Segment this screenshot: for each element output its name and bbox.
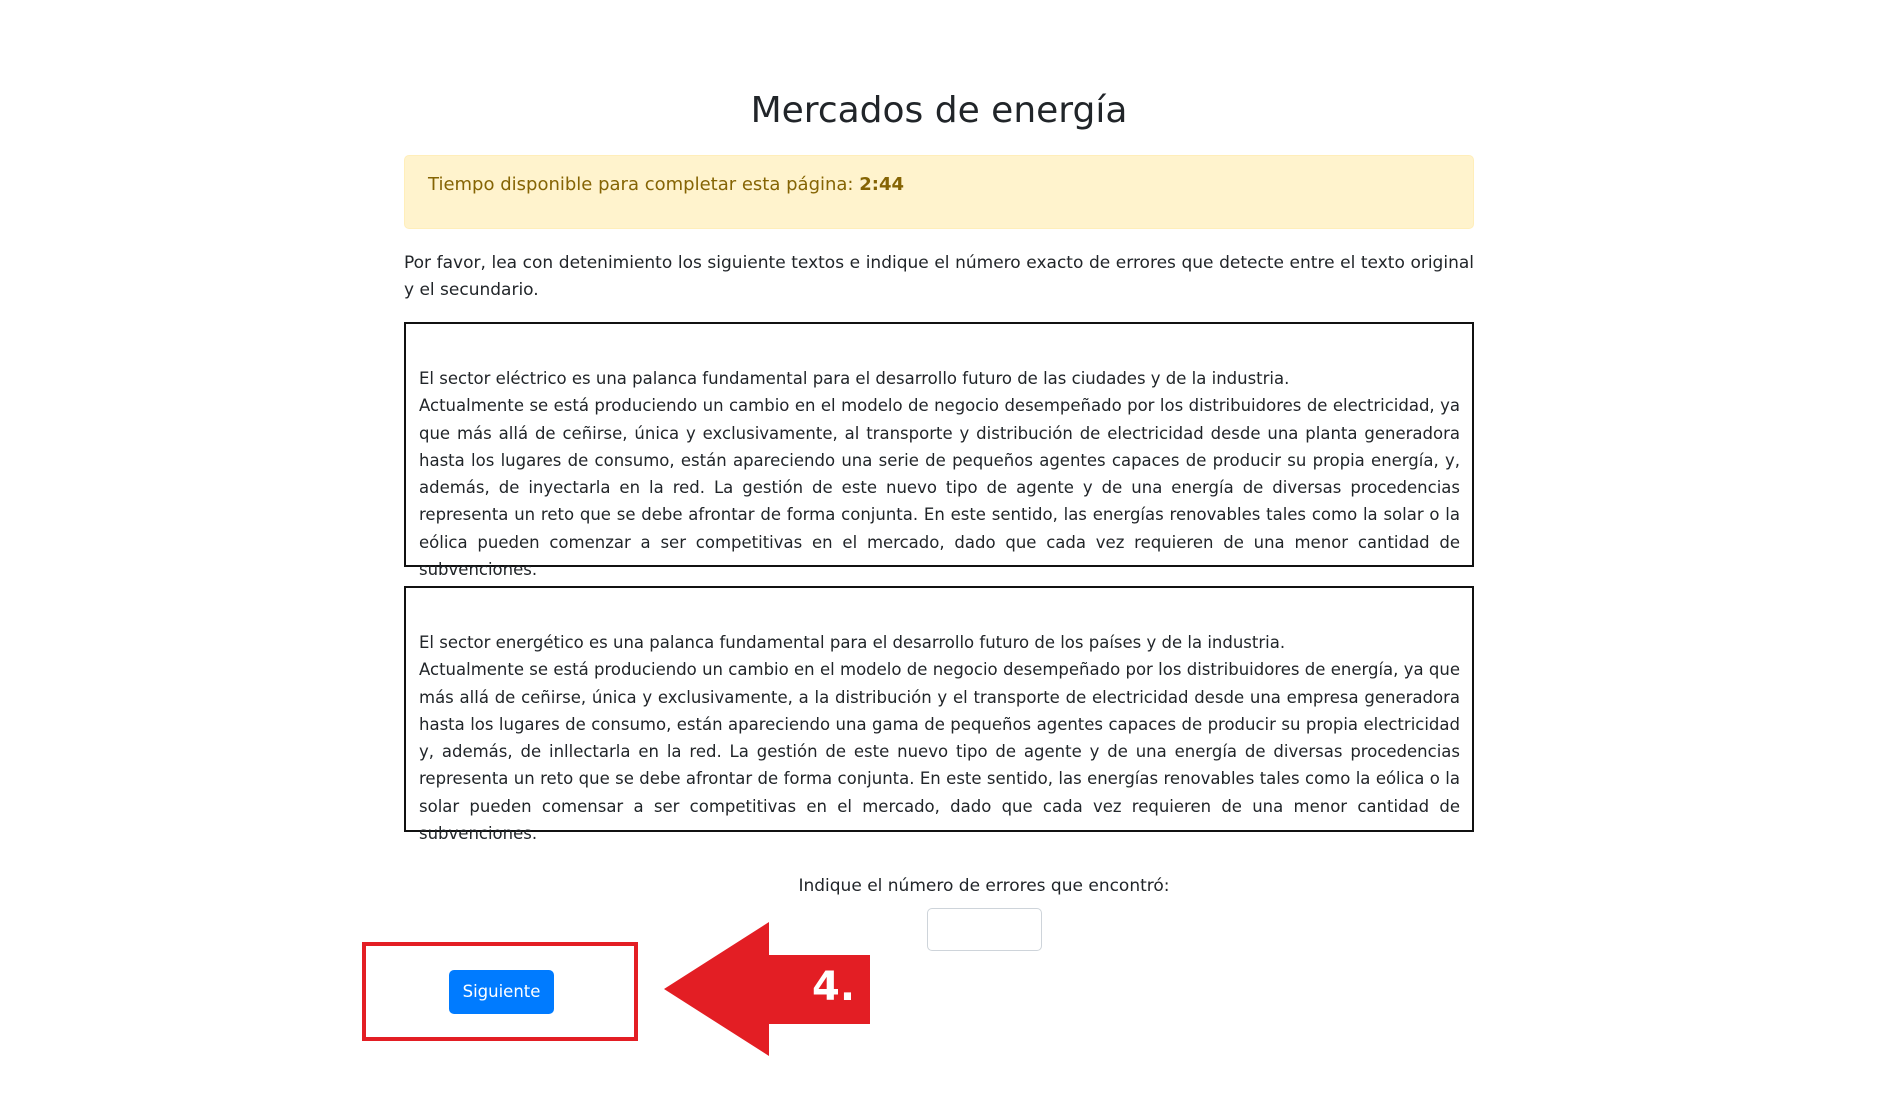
timer-value: 2:44 bbox=[859, 174, 905, 195]
timer-label: Tiempo disponible para completar esta pá… bbox=[428, 174, 854, 195]
next-button[interactable]: Siguiente bbox=[449, 970, 554, 1014]
secondary-text-line-1: El sector energético es una palanca fund… bbox=[419, 633, 1286, 652]
secondary-text-line-2: Actualmente se está produciendo un cambi… bbox=[419, 660, 1460, 844]
original-text-line-1: El sector eléctrico es una palanca funda… bbox=[419, 369, 1290, 388]
original-text-box: El sector eléctrico es una palanca funda… bbox=[404, 322, 1474, 579]
timer-alert: Tiempo disponible para completar esta pá… bbox=[404, 155, 1474, 229]
error-count-input[interactable] bbox=[927, 908, 1042, 951]
instructions-text: Por favor, lea con detenimiento los sigu… bbox=[404, 253, 1474, 300]
original-text-line-2: Actualmente se está produciendo un cambi… bbox=[419, 396, 1460, 580]
secondary-text-box: El sector energético es una palanca fund… bbox=[404, 586, 1474, 843]
annotation-step-label: 4. bbox=[812, 964, 856, 1010]
page-title: Mercados de energía bbox=[750, 90, 1128, 131]
error-count-label: Indique el número de errores que encontr… bbox=[798, 876, 1170, 896]
